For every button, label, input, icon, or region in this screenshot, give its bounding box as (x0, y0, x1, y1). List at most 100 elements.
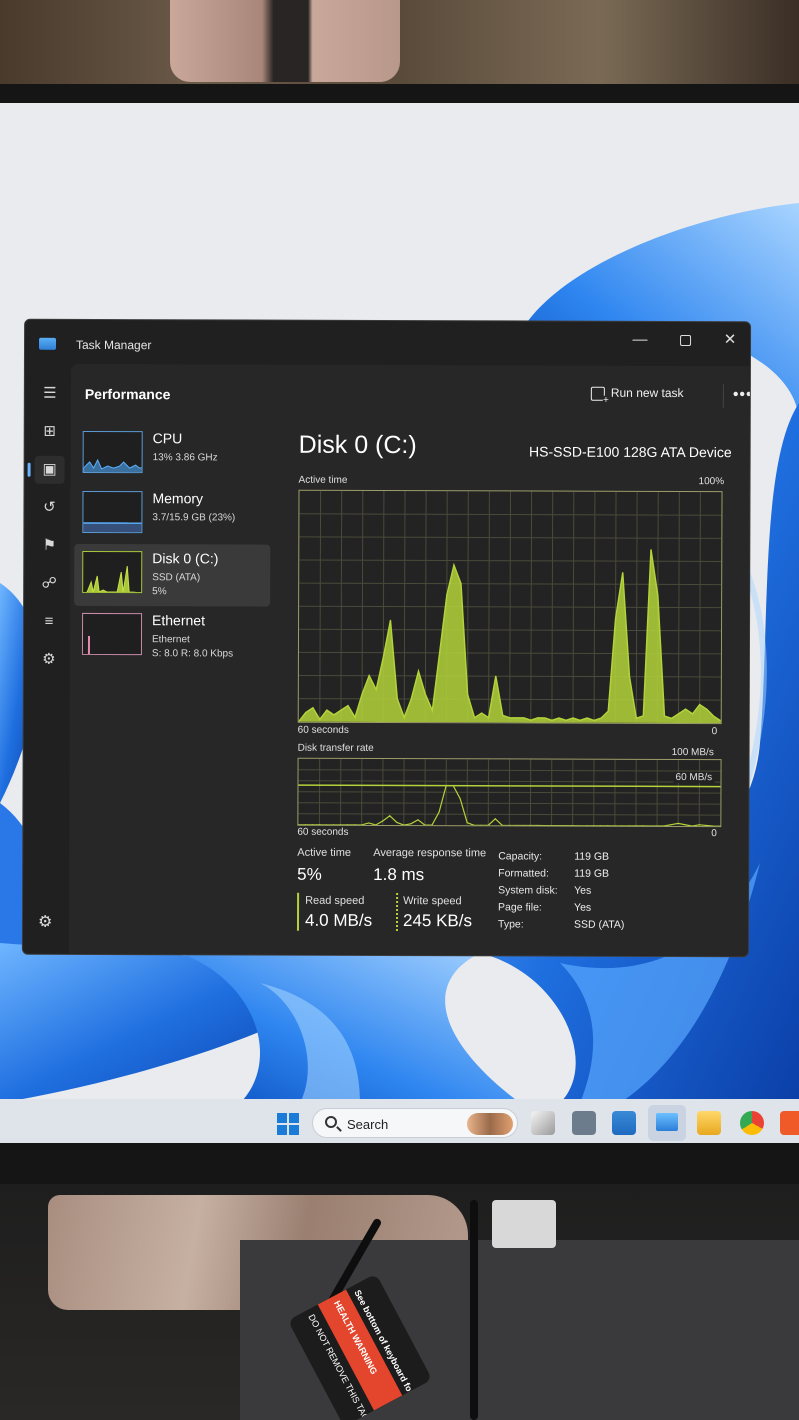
task-manager-icon (39, 337, 57, 350)
run-task-icon (590, 386, 605, 401)
active-time-point (622, 572, 624, 574)
active-time-point (692, 713, 694, 715)
active-time-point (614, 618, 617, 620)
background-fabric (170, 0, 400, 82)
details-icon[interactable]: ≡ (34, 608, 64, 636)
services-icon[interactable]: ⚙ (34, 646, 64, 674)
avg-response-label: Average response time (373, 846, 487, 860)
active-time-point (467, 693, 469, 696)
active-time-point (579, 719, 581, 721)
transfer-rate-point (698, 824, 700, 826)
processes-icon[interactable]: ⊞ (35, 418, 65, 446)
users-icon[interactable]: ☍ (34, 570, 64, 598)
start-icon[interactable] (277, 1113, 299, 1135)
active-time-point (396, 698, 398, 700)
transfer-rate-point (487, 824, 489, 826)
task-manager-taskbar-button[interactable] (648, 1105, 686, 1141)
brave-icon[interactable] (780, 1111, 799, 1135)
transfer-rate-point (368, 822, 370, 824)
transfer-rate-graph-label: Disk transfer rate (297, 742, 374, 754)
transfer-rate-max-label: 100 MB/s (671, 746, 714, 759)
task-view-icon[interactable] (531, 1111, 555, 1135)
capacity-value: 119 GB (574, 850, 610, 863)
active-time-point (670, 717, 673, 719)
formatted-label: Formatted: (498, 867, 549, 880)
active-time-graph (297, 489, 723, 725)
page-file-value: Yes (574, 901, 592, 914)
taskbar-search-box[interactable]: Search (312, 1108, 518, 1138)
background-room-top (0, 0, 799, 92)
active-time-point (403, 716, 405, 719)
window-title: Task Manager (75, 337, 152, 353)
active-time-point (713, 715, 715, 717)
transfer-rate-point (410, 823, 412, 825)
active-time-point (600, 717, 602, 719)
taskbar: Search (0, 1099, 799, 1143)
active-time-stat-value: 5% (297, 864, 322, 884)
active-time-duration-label: 60 seconds (297, 724, 349, 736)
active-time-point (354, 716, 356, 718)
device-name: CPU (152, 430, 183, 447)
active-time-point (382, 656, 384, 658)
device-detail: Ethernet (151, 634, 190, 646)
transfer-rate-point (508, 824, 510, 827)
maximize-button[interactable] (665, 326, 705, 354)
calculator-icon[interactable] (572, 1111, 596, 1135)
transfer-rate-point (339, 824, 342, 826)
active-time-point (340, 709, 342, 711)
startup-apps-icon[interactable]: ⚑ (34, 532, 64, 560)
active-time-point (699, 704, 701, 706)
active-time-stat-label: Active time (297, 846, 352, 859)
active-time-point (446, 594, 448, 596)
active-time-point (473, 717, 476, 719)
active-time-point (361, 693, 363, 695)
active-time-point (453, 564, 455, 566)
more-options-button[interactable]: ••• (733, 386, 751, 404)
close-button[interactable]: ✕ (710, 326, 750, 354)
settings-icon[interactable]: ⚙ (38, 912, 52, 932)
avg-response-value: 1.8 ms (373, 864, 425, 885)
transfer-rate-point (522, 824, 525, 827)
active-time-point (439, 652, 441, 654)
file-explorer-icon[interactable] (697, 1111, 721, 1135)
active-time-point (663, 715, 666, 717)
transfer-rate-point (417, 819, 419, 821)
run-new-task-label: Run new task (610, 385, 684, 401)
device-disk0[interactable]: Disk 0 (C:) SSD (ATA) 5% (74, 543, 271, 607)
active-time-point (389, 619, 392, 621)
store-icon[interactable] (612, 1111, 636, 1135)
device-detail: 3.7/15.9 GB (23%) (152, 512, 236, 524)
active-time-point (720, 720, 722, 722)
chrome-icon[interactable] (740, 1111, 764, 1135)
hamburger-menu-icon[interactable]: ☰ (35, 380, 65, 408)
device-name: Disk 0 (C:) (152, 550, 219, 567)
active-time-point (460, 583, 462, 585)
device-memory[interactable]: Memory 3.7/15.9 GB (23%) (74, 484, 270, 547)
active-time-point (607, 710, 609, 712)
transfer-rate-point (705, 824, 707, 827)
device-ethernet[interactable]: Ethernet Ethernet S: 8.0 R: 8.0 Kbps (74, 606, 270, 669)
active-time-point (495, 675, 497, 677)
title-bar[interactable]: Task Manager — ✕ (25, 320, 750, 367)
system-disk-value: Yes (574, 884, 592, 897)
active-time-point (431, 710, 433, 712)
active-time-point (565, 719, 567, 721)
transfer-rate-point (375, 824, 377, 826)
ethernet-thumbnail-graph (81, 612, 143, 656)
minimize-button[interactable]: — (620, 326, 660, 354)
transfer-rate-point (318, 824, 321, 826)
search-highlight-image (467, 1113, 513, 1135)
active-time-point (502, 714, 504, 717)
run-new-task-button[interactable]: Run new task (590, 385, 684, 408)
app-history-icon[interactable]: ↺ (34, 494, 64, 522)
active-time-point (635, 717, 637, 719)
transfer-rate-point (445, 785, 447, 787)
transfer-rate-point (670, 824, 672, 826)
transfer-rate-point (354, 824, 356, 826)
search-label: Search (347, 1117, 389, 1132)
device-cpu[interactable]: CPU 13% 3.86 GHz (75, 424, 271, 487)
active-time-point (481, 712, 483, 714)
transfer-rate-point (515, 824, 517, 827)
disk-title: Disk 0 (C:) (298, 430, 417, 460)
performance-icon[interactable]: ▣ (34, 455, 65, 484)
